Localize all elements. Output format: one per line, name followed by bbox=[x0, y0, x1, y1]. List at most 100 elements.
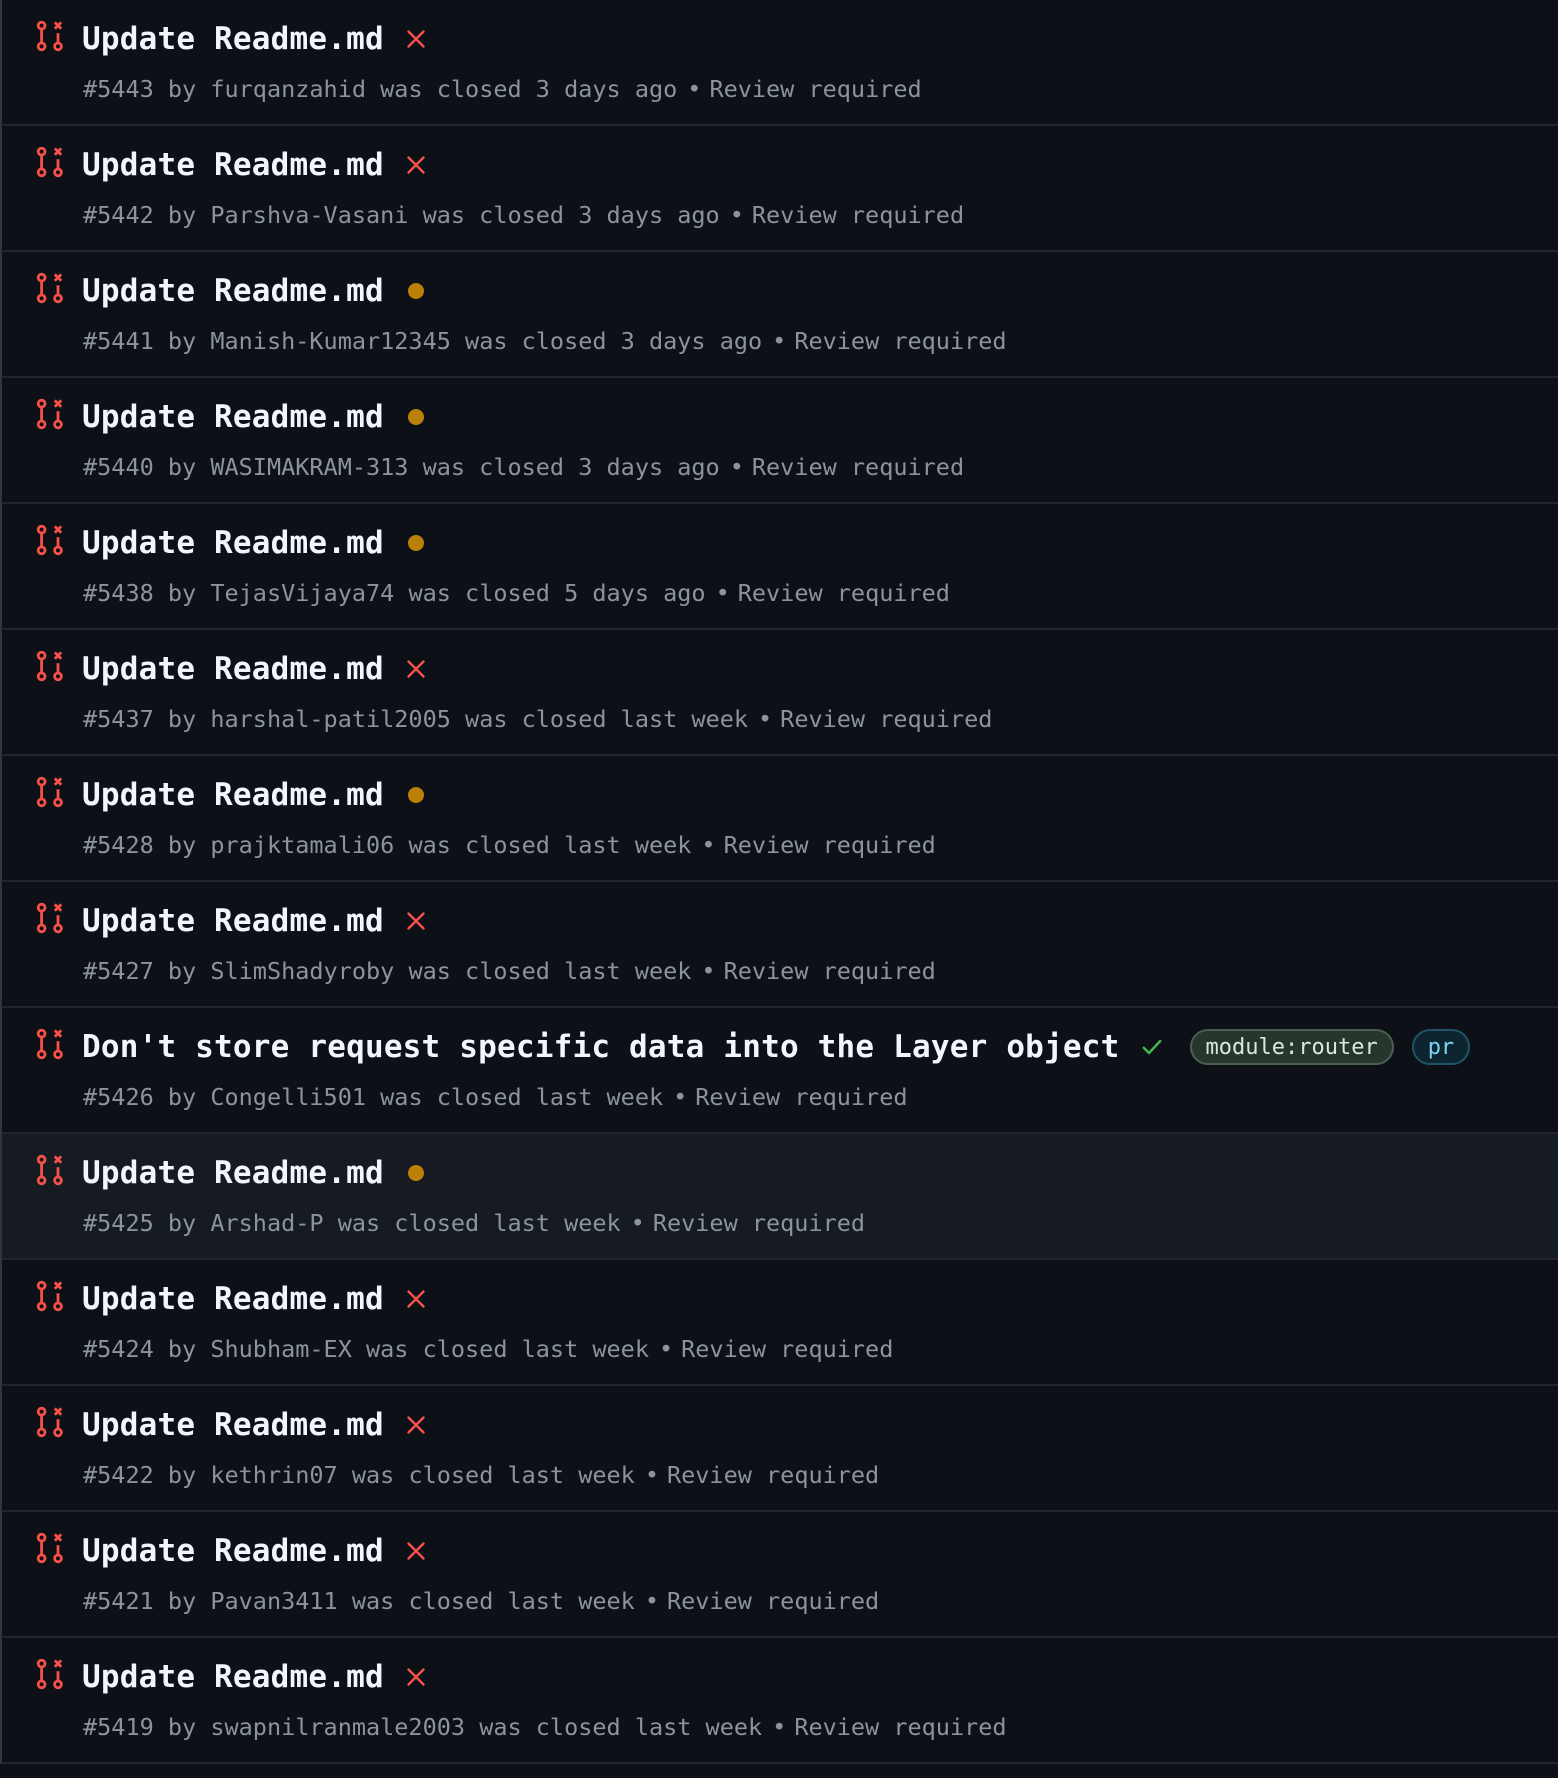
pr-title-link[interactable]: Update Readme.md bbox=[82, 770, 384, 820]
pr-meta: #5427 by SlimShadyroby was closed last w… bbox=[83, 954, 936, 988]
pr-number: #5428 bbox=[83, 831, 154, 859]
git-pull-request-closed-icon bbox=[34, 1406, 66, 1438]
pull-request-list: Update Readme.md #5443 by furqanzahid was… bbox=[0, 0, 1558, 1764]
pr-title-link[interactable]: Don't store request specific data into t… bbox=[82, 1022, 1120, 1072]
author-link[interactable]: Manish-Kumar12345 bbox=[210, 327, 451, 355]
x-icon[interactable] bbox=[404, 153, 428, 177]
separator: • bbox=[687, 75, 702, 103]
pr-number: #5440 bbox=[83, 453, 154, 481]
pr-row[interactable]: Update Readme.md #5419 by swapnilranmale2… bbox=[2, 1638, 1558, 1764]
git-pull-request-closed-icon bbox=[34, 650, 66, 682]
x-icon[interactable] bbox=[404, 27, 428, 51]
pr-meta: #5437 by harshal-patil2005 was closed la… bbox=[83, 702, 992, 736]
author-link[interactable]: Congelli501 bbox=[210, 1083, 366, 1111]
by-text: by bbox=[167, 579, 197, 607]
pr-row[interactable]: Update Readme.md #5421 by Pavan3411 was c… bbox=[2, 1512, 1558, 1638]
dot-icon[interactable] bbox=[404, 1161, 428, 1185]
pr-title-line: Update Readme.md bbox=[82, 1526, 428, 1576]
review-status: Review required bbox=[737, 579, 950, 607]
author-link[interactable]: kethrin07 bbox=[210, 1461, 337, 1489]
pr-title-link[interactable]: Update Readme.md bbox=[82, 896, 384, 946]
pr-number: #5438 bbox=[83, 579, 154, 607]
pr-title-link[interactable]: Update Readme.md bbox=[82, 1400, 384, 1450]
pr-row[interactable]: Update Readme.md #5440 by WASIMAKRAM-313 … bbox=[2, 378, 1558, 504]
x-icon[interactable] bbox=[404, 1665, 428, 1689]
pr-row[interactable]: Update Readme.md #5424 by Shubham-EX was … bbox=[2, 1260, 1558, 1386]
review-status: Review required bbox=[695, 1083, 908, 1111]
review-status: Review required bbox=[723, 831, 936, 859]
pr-row[interactable]: Update Readme.md #5427 by SlimShadyroby w… bbox=[2, 882, 1558, 1008]
review-status: Review required bbox=[794, 1713, 1007, 1741]
author-link[interactable]: swapnilranmale2003 bbox=[210, 1713, 465, 1741]
git-pull-request-closed-icon bbox=[34, 776, 66, 808]
pr-row[interactable]: Update Readme.md #5425 by Arshad-P was cl… bbox=[2, 1134, 1558, 1260]
separator: • bbox=[630, 1209, 645, 1237]
pr-title-line: Update Readme.md bbox=[82, 1148, 428, 1198]
pr-row[interactable]: Update Readme.md #5422 by kethrin07 was c… bbox=[2, 1386, 1558, 1512]
check-icon[interactable] bbox=[1140, 1035, 1164, 1059]
pr-title-link[interactable]: Update Readme.md bbox=[82, 392, 384, 442]
pr-title-link[interactable]: Update Readme.md bbox=[82, 1652, 384, 1702]
pr-title-link[interactable]: Update Readme.md bbox=[82, 1274, 384, 1324]
pr-number: #5443 bbox=[83, 75, 154, 103]
pr-title-line: Update Readme.md bbox=[82, 644, 428, 694]
author-link[interactable]: TejasVijaya74 bbox=[210, 579, 394, 607]
pr-title-link[interactable]: Update Readme.md bbox=[82, 266, 384, 316]
pr-meta: #5422 by kethrin07 was closed last week •… bbox=[83, 1458, 879, 1492]
pr-row[interactable]: Don't store request specific data into t… bbox=[2, 1008, 1558, 1134]
pr-title-link[interactable]: Update Readme.md bbox=[82, 1148, 384, 1198]
label-module-router[interactable]: module:router bbox=[1189, 1029, 1394, 1065]
pr-row[interactable]: Update Readme.md #5442 by Parshva-Vasani … bbox=[2, 126, 1558, 252]
dot-icon[interactable] bbox=[404, 531, 428, 555]
pr-meta: #5426 by Congelli501 was closed last wee… bbox=[83, 1080, 908, 1114]
by-text: by bbox=[167, 1209, 197, 1237]
pr-title-link[interactable]: Update Readme.md bbox=[82, 1526, 384, 1576]
author-link[interactable]: SlimShadyroby bbox=[210, 957, 394, 985]
pr-title-line: Update Readme.md bbox=[82, 1274, 428, 1324]
author-link[interactable]: WASIMAKRAM-313 bbox=[210, 453, 408, 481]
pr-number: #5442 bbox=[83, 201, 154, 229]
author-link[interactable]: Pavan3411 bbox=[210, 1587, 337, 1615]
pr-title-link[interactable]: Update Readme.md bbox=[82, 644, 384, 694]
author-link[interactable]: prajktamali06 bbox=[210, 831, 394, 859]
pr-row[interactable]: Update Readme.md #5428 by prajktamali06 w… bbox=[2, 756, 1558, 882]
git-pull-request-closed-icon bbox=[34, 398, 66, 430]
pr-meta: #5438 by TejasVijaya74 was closed 5 days… bbox=[83, 576, 950, 610]
x-icon[interactable] bbox=[404, 1287, 428, 1311]
pr-title-line: Update Readme.md bbox=[82, 140, 428, 190]
pr-title-link[interactable]: Update Readme.md bbox=[82, 140, 384, 190]
pr-row[interactable]: Update Readme.md #5437 by harshal-patil20… bbox=[2, 630, 1558, 756]
author-link[interactable]: Shubham-EX bbox=[210, 1335, 351, 1363]
closed-time: was closed last week bbox=[351, 1587, 635, 1615]
pr-title-line: Update Readme.md bbox=[82, 266, 428, 316]
author-link[interactable]: harshal-patil2005 bbox=[210, 705, 451, 733]
pr-row[interactable]: Update Readme.md #5441 by Manish-Kumar123… bbox=[2, 252, 1558, 378]
closed-time: was closed last week bbox=[366, 1335, 649, 1363]
x-icon[interactable] bbox=[404, 1539, 428, 1563]
by-text: by bbox=[167, 1083, 197, 1111]
pr-title-link[interactable]: Update Readme.md bbox=[82, 518, 384, 568]
git-pull-request-closed-icon bbox=[34, 20, 66, 52]
git-pull-request-closed-icon bbox=[34, 1154, 66, 1186]
by-text: by bbox=[167, 75, 197, 103]
label-pr[interactable]: pr bbox=[1411, 1029, 1471, 1065]
pr-row[interactable]: Update Readme.md #5443 by furqanzahid was… bbox=[2, 0, 1558, 126]
x-icon[interactable] bbox=[404, 909, 428, 933]
pr-title-link[interactable]: Update Readme.md bbox=[82, 14, 384, 64]
author-link[interactable]: Arshad-P bbox=[210, 1209, 323, 1237]
dot-icon[interactable] bbox=[404, 405, 428, 429]
review-status: Review required bbox=[666, 1587, 880, 1615]
pr-row[interactable]: Update Readme.md #5438 by TejasVijaya74 w… bbox=[2, 504, 1558, 630]
pr-title-line: Update Readme.md bbox=[82, 392, 428, 442]
git-pull-request-closed-icon bbox=[34, 1532, 66, 1564]
separator: • bbox=[772, 1713, 787, 1741]
x-icon[interactable] bbox=[404, 1413, 428, 1437]
by-text: by bbox=[167, 1587, 197, 1615]
pr-meta: #5428 by prajktamali06 was closed last w… bbox=[83, 828, 936, 862]
author-link[interactable]: furqanzahid bbox=[210, 75, 366, 103]
author-link[interactable]: Parshva-Vasani bbox=[210, 201, 408, 229]
dot-icon[interactable] bbox=[404, 783, 428, 807]
dot-icon[interactable] bbox=[404, 279, 428, 303]
x-icon[interactable] bbox=[404, 657, 428, 681]
by-text: by bbox=[167, 831, 197, 859]
